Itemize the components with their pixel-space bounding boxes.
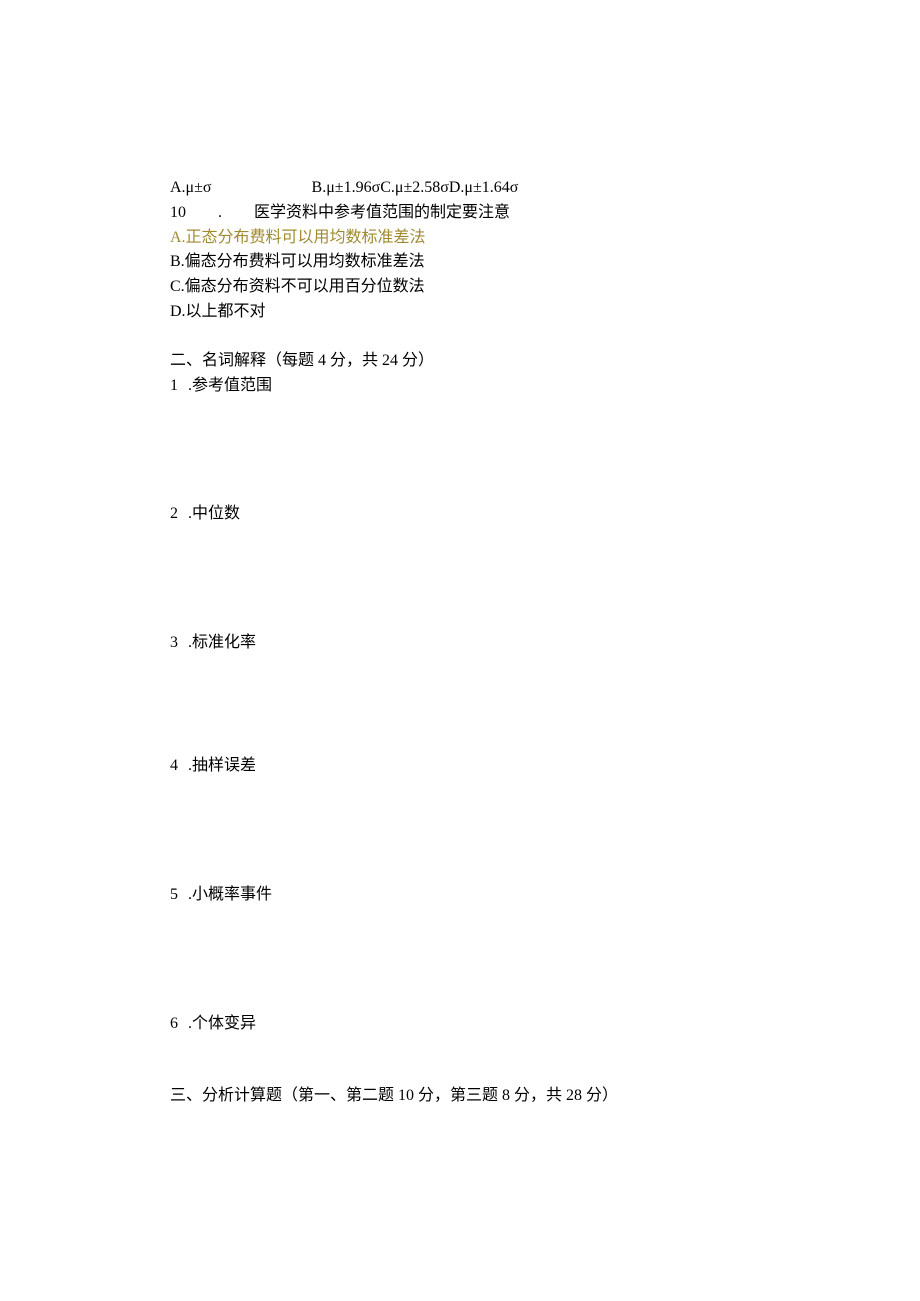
- document-page: A.μ±σ B.μ±1.96σC.μ±2.58σD.μ±1.64σ 10 . 医…: [0, 0, 920, 1301]
- term-text: .抽样误差: [188, 754, 256, 779]
- term-number: 3: [170, 631, 178, 656]
- term-number: 4: [170, 754, 178, 779]
- option-a: A.μ±σ: [170, 176, 212, 201]
- term-text: .中位数: [188, 502, 240, 527]
- term-text: .参考值范围: [188, 374, 272, 399]
- term-text: .个体变异: [188, 1012, 256, 1037]
- question-number: 10: [170, 201, 186, 226]
- term-text: .小概率事件: [188, 883, 272, 908]
- term-item-5: 5 .小概率事件: [170, 883, 750, 908]
- term-item-6: 6 .个体变异: [170, 1012, 750, 1037]
- term-number: 6: [170, 1012, 178, 1037]
- question-10-option-c: C.偏态分布资料不可以用百分位数法: [170, 275, 750, 300]
- term-item-3: 3 .标准化率: [170, 631, 750, 656]
- question-10-stem: 10 . 医学资料中参考值范围的制定要注意: [170, 201, 750, 226]
- section-2-title: 二、名词解释（每题 4 分，共 24 分）: [170, 349, 750, 374]
- term-item-2: 2 .中位数: [170, 502, 750, 527]
- term-text: .标准化率: [188, 631, 256, 656]
- term-number: 5: [170, 883, 178, 908]
- question-dot: .: [218, 201, 222, 226]
- question-10-option-a: A.正态分布费料可以用均数标准差法: [170, 226, 750, 251]
- option-bcd: B.μ±1.96σC.μ±2.58σD.μ±1.64σ: [312, 176, 519, 201]
- term-item-4: 4 .抽样误差: [170, 754, 750, 779]
- question-text: 医学资料中参考值范围的制定要注意: [254, 201, 510, 226]
- term-item-1: 1 .参考值范围: [170, 374, 750, 399]
- section-3-title: 三、分析计算题（第一、第二题 10 分，第三题 8 分，共 28 分）: [170, 1084, 750, 1109]
- question-9-options-line: A.μ±σ B.μ±1.96σC.μ±2.58σD.μ±1.64σ: [170, 176, 750, 201]
- question-10-option-b: B.偏态分布费料可以用均数标准差法: [170, 250, 750, 275]
- term-number: 1: [170, 374, 178, 399]
- question-10-option-d: D.以上都不对: [170, 300, 750, 325]
- term-number: 2: [170, 502, 178, 527]
